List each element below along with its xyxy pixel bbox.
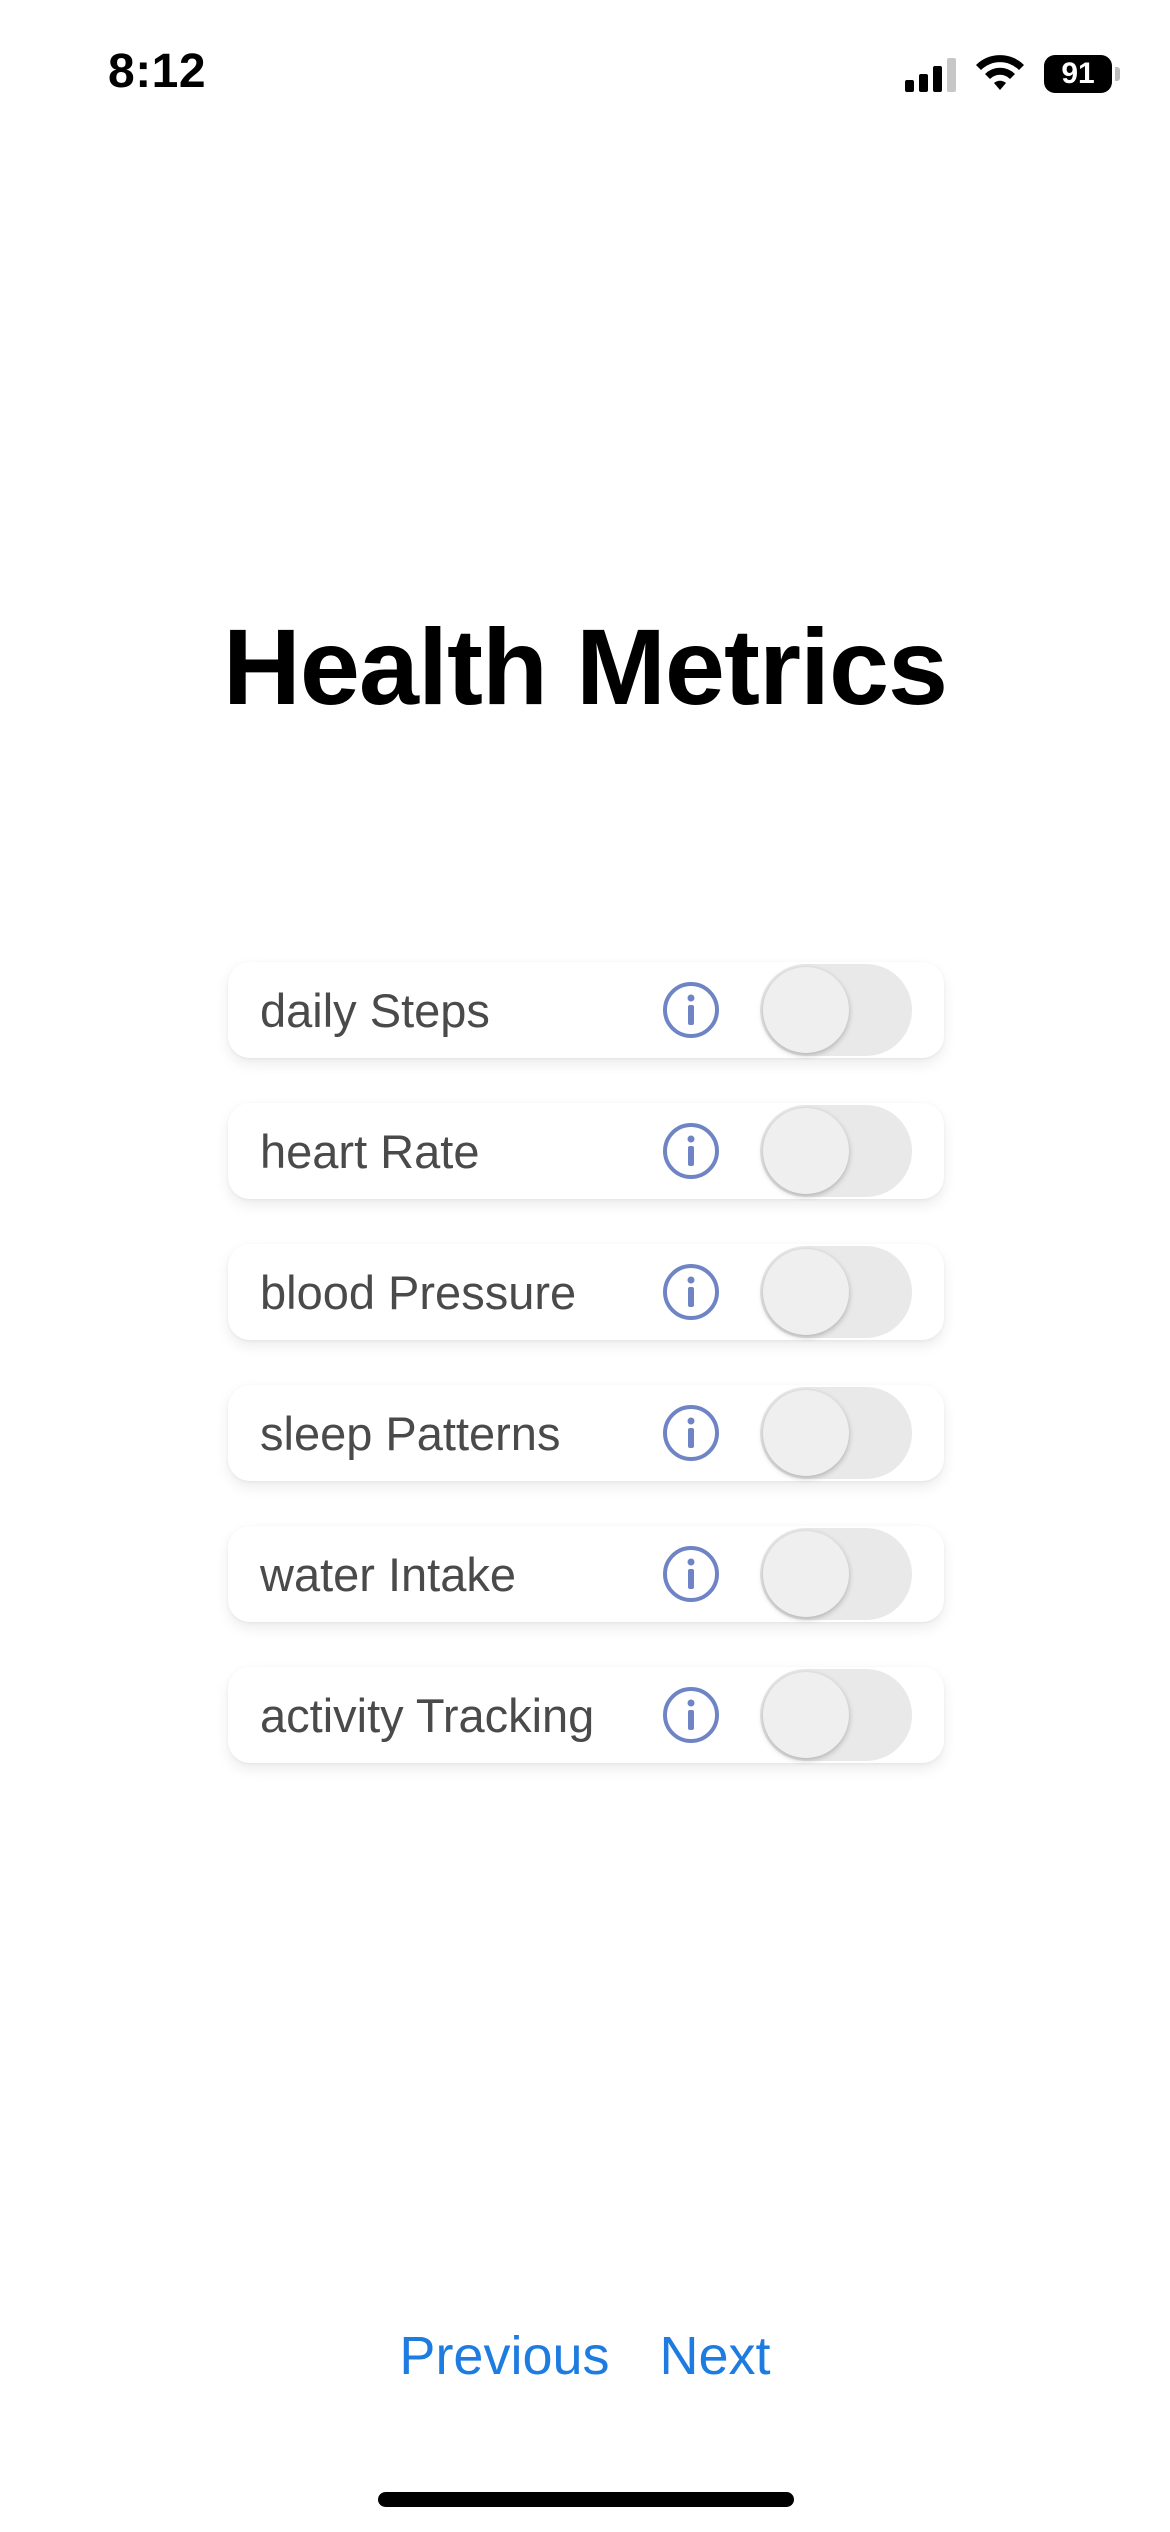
status-icons: 91 bbox=[905, 52, 1120, 96]
metric-label: heart Rate bbox=[260, 1124, 480, 1178]
info-icon[interactable] bbox=[662, 1263, 720, 1321]
metric-label: sleep Patterns bbox=[260, 1406, 561, 1460]
info-icon[interactable] bbox=[662, 1122, 720, 1180]
metric-label: blood Pressure bbox=[260, 1265, 577, 1319]
metric-label: water Intake bbox=[260, 1547, 517, 1601]
toggle-knob bbox=[763, 1390, 849, 1476]
toggle-knob bbox=[763, 967, 849, 1053]
battery-icon: 91 bbox=[1044, 55, 1120, 93]
info-icon[interactable] bbox=[662, 1686, 720, 1744]
home-indicator[interactable] bbox=[378, 2492, 794, 2507]
page-title: Health Metrics bbox=[222, 606, 948, 727]
info-icon[interactable] bbox=[662, 1545, 720, 1603]
metric-label: activity Tracking bbox=[260, 1688, 595, 1742]
metric-row-activity-tracking: activity Tracking bbox=[228, 1667, 944, 1763]
heart-rate-toggle[interactable] bbox=[760, 1105, 912, 1197]
sleep-patterns-toggle[interactable] bbox=[760, 1387, 912, 1479]
metric-row-blood-pressure: blood Pressure bbox=[228, 1244, 944, 1340]
bottom-navigation: Previous Next bbox=[0, 2325, 1170, 2387]
metric-row-sleep-patterns: sleep Patterns bbox=[228, 1385, 944, 1481]
battery-level: 91 bbox=[1044, 55, 1112, 93]
water-intake-toggle[interactable] bbox=[760, 1528, 912, 1620]
toggle-knob bbox=[763, 1672, 849, 1758]
status-bar: 8:12 91 bbox=[0, 0, 1170, 150]
status-time: 8:12 bbox=[108, 45, 207, 98]
info-icon[interactable] bbox=[662, 981, 720, 1039]
metric-row-daily-steps: daily Steps bbox=[228, 962, 944, 1058]
toggle-knob bbox=[763, 1249, 849, 1335]
signal-icon bbox=[905, 56, 956, 92]
metric-row-water-intake: water Intake bbox=[228, 1526, 944, 1622]
toggle-knob bbox=[763, 1531, 849, 1617]
previous-button[interactable]: Previous bbox=[399, 2325, 609, 2387]
metric-label: daily Steps bbox=[260, 983, 490, 1037]
next-button[interactable]: Next bbox=[660, 2325, 771, 2387]
toggle-knob bbox=[763, 1108, 849, 1194]
blood-pressure-toggle[interactable] bbox=[760, 1246, 912, 1338]
activity-tracking-toggle[interactable] bbox=[760, 1669, 912, 1761]
daily-steps-toggle[interactable] bbox=[760, 964, 912, 1056]
wifi-icon bbox=[976, 55, 1024, 90]
info-icon[interactable] bbox=[662, 1404, 720, 1462]
metrics-list: daily Steps heart Rate blood Pressure sl… bbox=[228, 962, 944, 1808]
metric-row-heart-rate: heart Rate bbox=[228, 1103, 944, 1199]
